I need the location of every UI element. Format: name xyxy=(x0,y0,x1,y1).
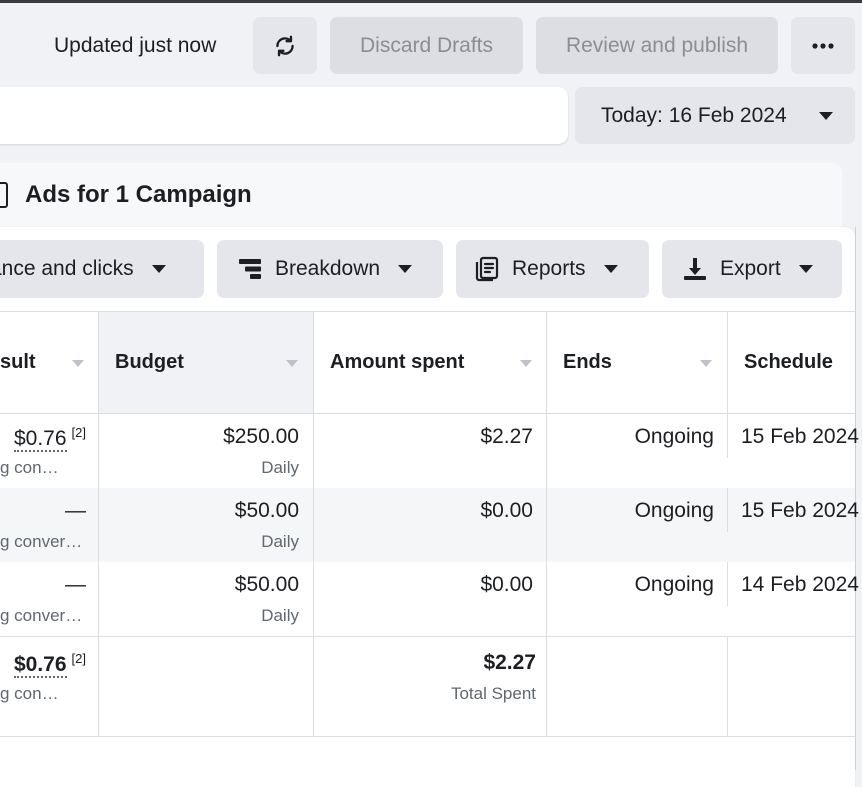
budget-period: Daily xyxy=(261,606,299,625)
breakdown-icon xyxy=(237,256,263,282)
total-result-footnote: [2] xyxy=(71,651,86,666)
schedule-value: 15 Feb 2024 xyxy=(741,499,859,522)
result-footnote: [2] xyxy=(71,425,86,440)
review-and-publish-button[interactable]: Review and publish xyxy=(536,17,778,74)
column-header-result-label: sult xyxy=(0,350,36,373)
columns-preset-label: ance and clicks xyxy=(0,257,134,280)
breakdown-label: Breakdown xyxy=(275,257,381,280)
budget-value[interactable]: $50.00 xyxy=(235,573,299,597)
column-header-budget[interactable]: Budget xyxy=(115,311,305,413)
result-value: $0.76 [2] xyxy=(13,425,86,452)
total-result-value: $0.76 [2] xyxy=(13,651,86,678)
card-title: Ads for 1 Campaign xyxy=(25,181,252,208)
ends-value: Ongoing xyxy=(634,425,714,448)
refresh-button[interactable] xyxy=(253,17,317,74)
more-icon xyxy=(812,42,834,49)
chevron-down-icon xyxy=(398,265,413,273)
search-filter-input[interactable] xyxy=(0,87,568,144)
ends-value: Ongoing xyxy=(634,573,714,596)
reports-icon xyxy=(474,256,500,282)
column-divider xyxy=(727,488,728,532)
ends-value: Ongoing xyxy=(634,499,714,522)
reports-label: Reports xyxy=(512,257,586,280)
column-divider xyxy=(727,636,728,736)
export-label: Export xyxy=(720,257,781,280)
column-divider xyxy=(313,312,314,736)
column-header-amount-spent[interactable]: Amount spent xyxy=(330,311,530,413)
sort-icon[interactable] xyxy=(520,360,532,367)
column-header-ends[interactable]: Ends xyxy=(563,311,713,413)
budget-value[interactable]: $50.00 xyxy=(235,499,299,523)
ads-icon xyxy=(0,182,8,208)
sort-icon[interactable] xyxy=(72,360,84,367)
discard-drafts-button[interactable]: Discard Drafts xyxy=(330,17,523,74)
column-divider xyxy=(727,414,728,458)
result-type: g con… xyxy=(0,458,59,477)
amount-spent-value: $0.00 xyxy=(480,499,533,522)
refresh-icon xyxy=(276,35,294,56)
result-type: g conver… xyxy=(0,606,83,625)
column-divider xyxy=(727,562,728,606)
column-header-schedule-label: Schedule xyxy=(744,350,833,373)
sort-icon[interactable] xyxy=(700,360,712,367)
update-status: Updated just now xyxy=(54,34,217,57)
column-header-budget-label: Budget xyxy=(115,350,184,373)
column-divider xyxy=(546,312,547,736)
reports-button[interactable]: Reports xyxy=(456,240,649,298)
export-button[interactable]: Export xyxy=(662,240,842,298)
download-icon xyxy=(682,256,708,282)
more-options-button[interactable] xyxy=(791,17,855,74)
chevron-down-icon xyxy=(151,265,166,273)
column-header-amount-spent-label: Amount spent xyxy=(330,350,465,373)
table-bottom-border xyxy=(0,736,855,737)
amount-spent-value: $0.00 xyxy=(480,573,533,596)
total-spent-label: Total Spent xyxy=(450,684,536,703)
columns-preset-button[interactable]: ance and clicks xyxy=(0,240,204,298)
result-type: g conver… xyxy=(0,532,83,551)
total-amount-spent: $2.27 xyxy=(483,651,536,674)
chevron-down-icon xyxy=(603,265,618,273)
date-range-label: Today: 16 Feb 2024 xyxy=(601,103,787,127)
total-divider xyxy=(0,636,855,637)
chevron-down-icon xyxy=(798,265,813,273)
window-top-border xyxy=(0,0,862,3)
breakdown-button[interactable]: Breakdown xyxy=(217,240,443,298)
schedule-value: 15 Feb 2024 xyxy=(741,425,859,448)
column-divider xyxy=(727,312,728,413)
budget-value[interactable]: $250.00 xyxy=(223,425,299,449)
chevron-down-icon xyxy=(819,112,833,120)
amount-spent-value: $2.27 xyxy=(480,425,533,448)
column-header-ends-label: Ends xyxy=(563,350,612,373)
sort-icon[interactable] xyxy=(286,360,298,367)
date-range-button[interactable]: Today: 16 Feb 2024 xyxy=(575,87,855,144)
column-divider xyxy=(98,312,99,736)
review-and-publish-label: Review and publish xyxy=(565,33,749,57)
total-result-type: g con… xyxy=(0,684,59,703)
column-header-schedule[interactable]: Schedule xyxy=(744,311,862,413)
budget-period: Daily xyxy=(261,532,299,551)
result-value: — xyxy=(65,499,86,522)
total-result-cost[interactable]: $0.76 xyxy=(13,653,67,678)
schedule-value: 14 Feb 2024 xyxy=(741,573,859,596)
budget-period: Daily xyxy=(261,458,299,477)
result-cost[interactable]: $0.76 xyxy=(13,427,67,452)
discard-drafts-label: Discard Drafts xyxy=(359,33,494,57)
result-value: — xyxy=(65,573,86,596)
